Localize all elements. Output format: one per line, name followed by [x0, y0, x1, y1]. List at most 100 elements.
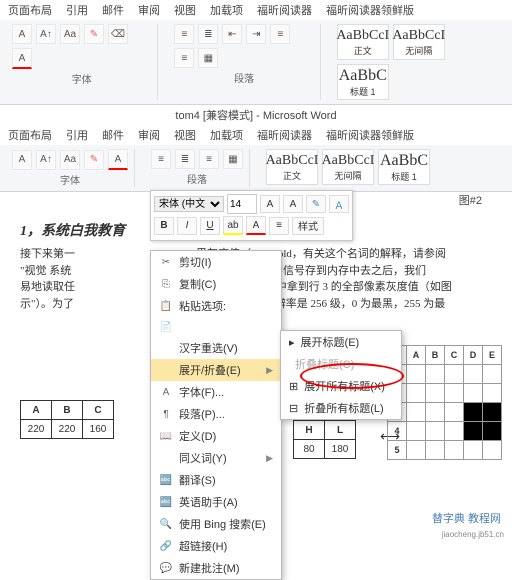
sub-collapse-all[interactable]: ⊟折叠所有标题(L): [281, 397, 401, 419]
tab[interactable]: 引用: [66, 127, 88, 143]
context-menu: ✂剪切(I) ⎘复制(C) 📋粘贴选项: 📄 汉字重选(V) 展开/折叠(E)▶…: [150, 250, 282, 580]
ctx-copy[interactable]: ⎘复制(C): [151, 273, 281, 295]
group-label: 字体: [60, 172, 80, 187]
collapse-all-icon: ⊟: [289, 402, 298, 415]
style-nospace[interactable]: AaBbCcI无间隔: [322, 149, 374, 185]
font-family-select[interactable]: 宋体 (中文: [154, 196, 224, 212]
align-left-icon[interactable]: ≡: [270, 24, 290, 44]
ctx-paragraph[interactable]: ¶段落(P)...: [151, 403, 281, 425]
ribbon-tabs-2: 页面布局 引用 邮件 审阅 视图 加载项 福昕阅读器 福昕阅读器领鲜版: [0, 125, 512, 145]
indent-right-icon[interactable]: ⇥: [246, 24, 266, 44]
font-case-icon[interactable]: Aa: [60, 150, 80, 170]
chevron-right-icon: ▶: [266, 365, 273, 376]
grow-font-icon[interactable]: A: [260, 195, 280, 213]
highlight-icon[interactable]: ✎: [84, 24, 104, 44]
underline-button[interactable]: U: [200, 217, 220, 235]
tab[interactable]: 加载项: [210, 2, 243, 18]
tab[interactable]: 福昕阅读器: [257, 2, 312, 18]
numbering-icon[interactable]: ≣: [198, 24, 218, 44]
styles-group: AaBbCcI正文 AaBbCcI无间隔 AaBbC标题 1: [260, 149, 436, 187]
tab[interactable]: 福昕阅读器领鲜版: [326, 127, 414, 143]
numbering-icon[interactable]: ≣: [175, 149, 195, 169]
font-case-icon[interactable]: Aa: [60, 24, 80, 44]
styles-group: AaBbCcI正文 AaBbCcI无间隔 AaBbC标题 1: [331, 24, 506, 100]
tab[interactable]: 视图: [174, 127, 196, 143]
copy-icon: ⎘: [159, 277, 173, 291]
font-size-icon[interactable]: A: [12, 24, 32, 44]
tab[interactable]: 福昕阅读器: [257, 127, 312, 143]
mini-toolbar: 宋体 (中文 A A ✎ Ａ B I U ab A ≡ 样式: [150, 190, 353, 241]
font-grow-icon[interactable]: A↑: [36, 24, 56, 44]
styles-button[interactable]: 样式: [292, 217, 324, 235]
sub-collapse-heading[interactable]: 折叠标题(C): [281, 353, 401, 375]
ribbon-tabs-1: 页面布局 引用 邮件 审阅 视图 加载项 福昕阅读器 福昕阅读器领鲜版: [0, 0, 512, 20]
group-label: 字体: [72, 71, 92, 86]
tab[interactable]: 页面布局: [8, 127, 52, 143]
tab[interactable]: 邮件: [102, 2, 124, 18]
style-heading1[interactable]: AaBbC标题 1: [337, 64, 389, 100]
ctx-synonym[interactable]: 同义词(Y)▶: [151, 447, 281, 469]
font-color-button[interactable]: A: [246, 216, 266, 235]
style-nospace[interactable]: AaBbCcI无间隔: [393, 24, 445, 60]
align-center-icon[interactable]: ≡: [174, 48, 194, 68]
window-title: tom4 [兼容模式] - Microsoft Word: [0, 105, 512, 125]
shading-icon[interactable]: ▦: [223, 149, 243, 169]
tab[interactable]: 福昕阅读器领鲜版: [326, 2, 414, 18]
clear-format-icon[interactable]: Ａ: [329, 195, 349, 213]
format-painter-icon[interactable]: ✎: [306, 195, 326, 213]
style-heading1[interactable]: AaBbC标题 1: [378, 149, 430, 185]
clear-format-icon[interactable]: ⌫: [108, 24, 128, 44]
italic-button[interactable]: I: [177, 217, 197, 235]
paste-icon: 📋: [159, 299, 173, 313]
ctx-hyperlink[interactable]: 🔗超链接(H): [151, 535, 281, 557]
book-icon: 📖: [159, 429, 173, 443]
tab[interactable]: 加载项: [210, 127, 243, 143]
expand-collapse-submenu: ▸展开标题(E) 折叠标题(C) ⊞展开所有标题(X) ⊟折叠所有标题(L): [280, 330, 402, 420]
font-grow-icon[interactable]: A↑: [36, 150, 56, 170]
bullets-icon[interactable]: ≡: [174, 24, 194, 44]
paragraph-group: ≡ ≣ ⇤ ⇥ ≡ ≡ ▦ 段落: [168, 24, 320, 100]
ctx-paste-keep[interactable]: 📄: [151, 317, 281, 337]
tab[interactable]: 邮件: [102, 127, 124, 143]
ctx-font[interactable]: A字体(F)...: [151, 381, 281, 403]
tab[interactable]: 页面布局: [8, 2, 52, 18]
link-icon: 🔗: [159, 539, 173, 553]
paragraph-icon: ¶: [159, 407, 173, 421]
table-mid: HL 80180: [293, 420, 356, 459]
ctx-expand-collapse[interactable]: 展开/折叠(E)▶: [151, 359, 281, 381]
align-button[interactable]: ≡: [269, 217, 289, 235]
style-normal[interactable]: AaBbCcI正文: [337, 24, 389, 60]
watermark-url: jiaocheng.jb51.cn: [442, 530, 504, 539]
bullets-icon[interactable]: ≡: [151, 149, 171, 169]
sub-expand-heading[interactable]: ▸展开标题(E): [281, 331, 401, 353]
ctx-chinese-font[interactable]: 汉字重选(V): [151, 337, 281, 359]
ctx-comment[interactable]: 💬新建批注(M): [151, 557, 281, 579]
ribbon-2: A A↑ Aa ✎ A 字体 ≡ ≣ ≡ ▦ 段落 AaBbCcI正文 AaBb…: [0, 145, 512, 192]
font-size-icon[interactable]: A: [12, 150, 32, 170]
ctx-define[interactable]: 📖定义(D): [151, 425, 281, 447]
sub-expand-all[interactable]: ⊞展开所有标题(X): [281, 375, 401, 397]
highlight-button[interactable]: ab: [223, 216, 243, 235]
tab[interactable]: 审阅: [138, 2, 160, 18]
ctx-english[interactable]: 🔤英语助手(A): [151, 491, 281, 513]
font-color-icon[interactable]: A: [108, 149, 128, 170]
ctx-translate[interactable]: 🔤翻译(S): [151, 469, 281, 491]
english-icon: 🔤: [159, 495, 173, 509]
align-icon[interactable]: ≡: [199, 149, 219, 169]
tab[interactable]: 审阅: [138, 127, 160, 143]
tab[interactable]: 视图: [174, 2, 196, 18]
font-group: A A↑ Aa ✎ ⌫ A 字体: [6, 24, 158, 100]
ctx-cut[interactable]: ✂剪切(I): [151, 251, 281, 273]
font-color-icon[interactable]: A: [12, 48, 32, 69]
style-normal[interactable]: AaBbCcI正文: [266, 149, 318, 185]
bold-button[interactable]: B: [154, 217, 174, 235]
indent-left-icon[interactable]: ⇤: [222, 24, 242, 44]
shading-icon[interactable]: ▦: [198, 48, 218, 68]
highlight-icon[interactable]: ✎: [84, 150, 104, 170]
tab[interactable]: 引用: [66, 2, 88, 18]
font-size-input[interactable]: [227, 194, 257, 214]
ctx-bing[interactable]: 🔍使用 Bing 搜索(E): [151, 513, 281, 535]
translate-icon: 🔤: [159, 473, 173, 487]
shrink-font-icon[interactable]: A: [283, 195, 303, 213]
paragraph-group: ≡ ≣ ≡ ▦ 段落: [145, 149, 250, 187]
